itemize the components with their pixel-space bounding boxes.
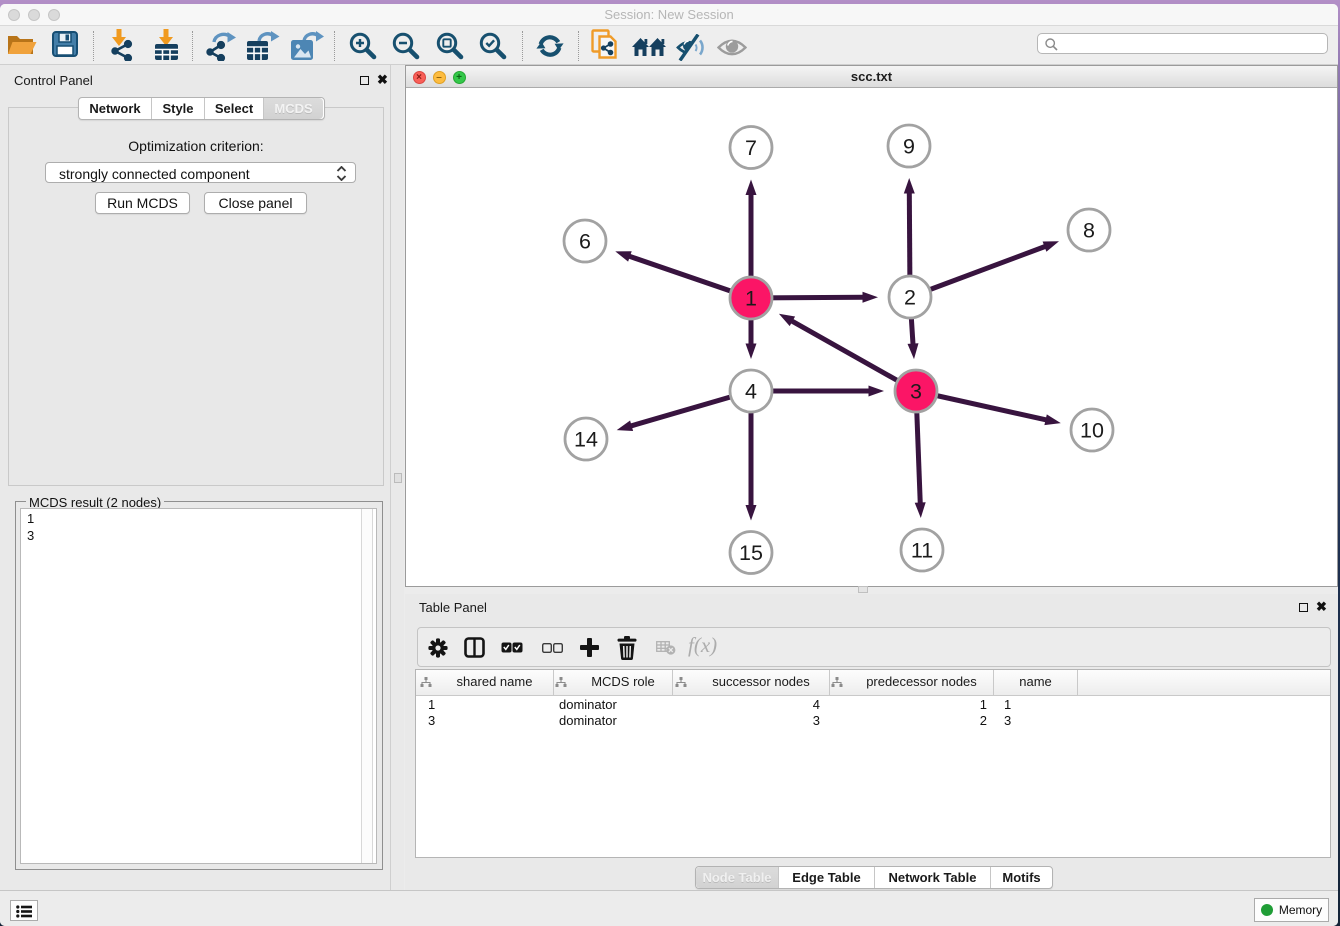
svg-text:4: 4 (745, 380, 757, 404)
svg-text:9: 9 (903, 135, 915, 159)
svg-text:6: 6 (579, 230, 591, 254)
svg-text:3: 3 (910, 380, 922, 404)
svg-text:14: 14 (574, 428, 598, 452)
svg-text:7: 7 (745, 136, 757, 160)
svg-text:11: 11 (911, 539, 933, 563)
svg-text:1: 1 (745, 287, 757, 311)
svg-text:8: 8 (1083, 219, 1095, 243)
svg-text:10: 10 (1080, 419, 1104, 443)
svg-text:2: 2 (904, 286, 916, 310)
svg-text:15: 15 (739, 541, 763, 565)
